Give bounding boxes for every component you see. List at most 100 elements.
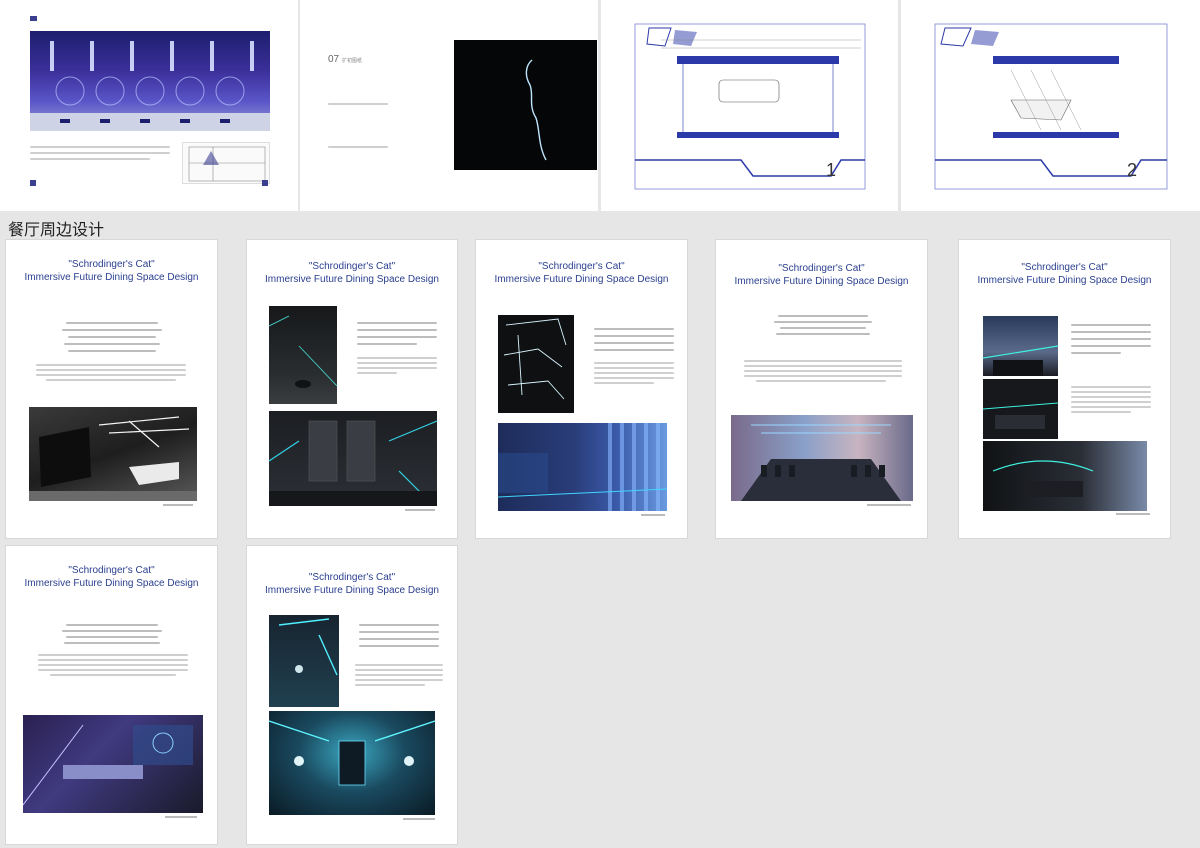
text-line [594, 377, 674, 379]
card-title-line1: "Schrodinger's Cat" [68, 259, 155, 270]
floor-plan-drawing-1 [634, 23, 866, 190]
text-line [38, 669, 188, 671]
page-mark [262, 180, 268, 186]
private-room-image [983, 379, 1058, 439]
plan-label-1: 1 [826, 160, 837, 180]
corridor-render-image [30, 31, 270, 131]
card-title-line1: "Schrodinger's Cat" [308, 572, 396, 583]
card-title-line2: Immersive Future Dining Space Design [977, 275, 1152, 286]
design-page-card-5: "Schrodinger's Cat" Immersive Future Din… [958, 239, 1171, 539]
text-line [1071, 338, 1151, 340]
text-line [1071, 331, 1151, 333]
text-line [355, 664, 443, 666]
image-caption [403, 818, 435, 820]
text-line [64, 642, 160, 644]
text-line [1071, 386, 1151, 388]
text-line [62, 329, 162, 331]
text-line [756, 380, 886, 382]
image-caption [405, 509, 435, 511]
spread-page-2: 07 扩初图纸 [300, 0, 598, 211]
design-page-card-2: "Schrodinger's Cat" Immersive Future Din… [246, 239, 458, 539]
text-line [328, 146, 388, 148]
text-line [359, 624, 439, 626]
night-city-dining-image [983, 316, 1058, 376]
text-line [355, 679, 443, 681]
text-line [36, 364, 186, 366]
text-line [1071, 401, 1151, 403]
card-title-line1: "Schrodinger's Cat" [308, 261, 396, 272]
meeting-room-image [23, 715, 203, 813]
card-title-line2: Immersive Future Dining Space Design [265, 585, 439, 596]
text-line [744, 365, 902, 367]
elevator-lobby-image [269, 411, 437, 506]
text-line [328, 103, 388, 105]
text-line [36, 374, 186, 376]
design-page-card-6: "Schrodinger's Cat" Immersive Future Din… [5, 545, 218, 845]
text-line [594, 342, 674, 344]
spread-page-3: 1 [601, 0, 898, 211]
page-mark [30, 180, 36, 186]
corridor-render-graphic [30, 41, 270, 131]
image-caption [867, 504, 911, 506]
text-line [355, 684, 425, 686]
light-frame-corridor-image [498, 315, 574, 413]
text-line [357, 372, 397, 374]
card-title: "Schrodinger's Cat" Immersive Future Din… [247, 571, 457, 597]
text-line [1071, 324, 1151, 326]
text-line [355, 669, 443, 671]
card-title: "Schrodinger's Cat" Immersive Future Din… [6, 564, 217, 590]
text-line [38, 654, 188, 656]
cat-silhouette-image [454, 40, 597, 170]
card-title-line1: "Schrodinger's Cat" [68, 565, 155, 576]
chapter-label: 扩初图纸 [342, 58, 363, 64]
card-title: "Schrodinger's Cat" Immersive Future Din… [476, 260, 687, 286]
card-title-line2: Immersive Future Dining Space Design [24, 272, 199, 283]
text-line [66, 624, 158, 626]
text-line [744, 360, 902, 362]
text-line [594, 382, 654, 384]
text-line [38, 659, 188, 661]
text-line [357, 322, 437, 324]
text-line [776, 333, 870, 335]
card-title-line2: Immersive Future Dining Space Design [24, 578, 199, 589]
text-line [780, 327, 866, 329]
card-title: "Schrodinger's Cat" Immersive Future Din… [716, 262, 927, 288]
card-title: "Schrodinger's Cat" Immersive Future Din… [6, 258, 217, 284]
text-line [64, 343, 160, 345]
floor-plan-drawing-2 [934, 23, 1168, 190]
floor-plan-thumbnail [182, 142, 270, 184]
image-caption [641, 514, 665, 516]
text-line [30, 146, 170, 148]
text-line [778, 315, 868, 317]
text-line [359, 645, 439, 647]
text-line [594, 349, 674, 351]
text-line [355, 674, 443, 676]
text-line [50, 674, 176, 676]
text-line [744, 370, 902, 372]
chapter-number: 07 [328, 54, 340, 65]
card-title-line1: "Schrodinger's Cat" [1021, 262, 1108, 273]
text-line [744, 375, 902, 377]
spread-page-1 [0, 0, 298, 211]
plan-label-2: 2 [1127, 160, 1138, 180]
card-title-line2: Immersive Future Dining Space Design [734, 276, 909, 287]
cat-silhouette-graphic [525, 59, 547, 161]
long-dining-table-image [731, 415, 913, 501]
text-line [357, 362, 437, 364]
text-line [594, 328, 674, 330]
text-line [68, 336, 156, 338]
image-caption [1116, 513, 1150, 515]
text-line [1071, 352, 1121, 354]
reception-render-graphic [29, 416, 197, 501]
text-line [1071, 396, 1151, 398]
spread-page-4: 2 [901, 0, 1200, 211]
text-line [359, 631, 439, 633]
text-line [357, 329, 437, 331]
text-line [46, 379, 176, 381]
text-line [62, 630, 162, 632]
text-line [774, 321, 872, 323]
text-line [1071, 391, 1151, 393]
text-line [66, 636, 158, 638]
text-line [1071, 406, 1151, 408]
text-line [1071, 345, 1151, 347]
